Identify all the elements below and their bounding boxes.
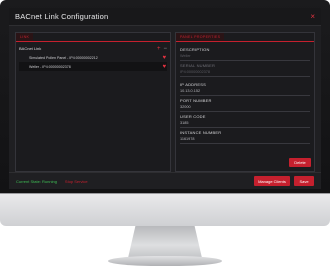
monitor-stand — [128, 226, 202, 258]
tree-item-panel-selected[interactable]: Weller - IP4:00000002378 ♥ — [19, 62, 167, 71]
tab-panel-properties[interactable]: Panel Properties — [176, 33, 225, 41]
remove-icon[interactable]: − — [163, 46, 167, 52]
properties-form: Description Weller Serial Number IP4:000… — [176, 42, 314, 147]
footer-actions: Manage Clients Save — [254, 176, 314, 186]
window-title: BACnet Link Configuration — [15, 12, 109, 21]
close-icon[interactable]: × — [310, 12, 315, 21]
delete-button[interactable]: Delete — [289, 158, 311, 167]
app-body: Link BACnet Link + − Simulated Pollen Pa… — [9, 27, 321, 189]
properties-tab-row: Panel Properties — [176, 33, 314, 42]
stop-service-link[interactable]: Stop Service — [65, 179, 88, 184]
tab-link[interactable]: Link — [16, 33, 34, 41]
instance-number-field[interactable]: 1161978 — [180, 136, 310, 144]
port-number-field[interactable]: 32000 — [180, 104, 310, 112]
tree-root[interactable]: BACnet Link + − — [19, 44, 167, 53]
heart-icon: ♥ — [162, 63, 166, 70]
tree-item-label: Weller - IP4:00000002378 — [29, 64, 71, 69]
tree-item-panel[interactable]: Simulated Pollen Panel - IP4:00000002212… — [19, 53, 167, 62]
user-code-field[interactable]: 3185 — [180, 120, 310, 128]
tree-root-label: BACnet Link — [19, 46, 42, 51]
tree-item-label: Simulated Pollen Panel - IP4:00000002212 — [29, 55, 98, 60]
description-field[interactable]: Weller — [180, 53, 310, 61]
app-window: BACnet Link Configuration × Link BACnet … — [9, 8, 321, 189]
ip-address-field[interactable]: 10.13.0.152 — [180, 88, 310, 96]
save-button[interactable]: Save — [294, 176, 314, 186]
manage-clients-button[interactable]: Manage Clients — [254, 176, 290, 186]
status-text: Current State: Running — [16, 178, 57, 184]
monitor-stand-base — [108, 256, 222, 266]
link-tab-row: Link — [16, 33, 170, 42]
title-bar: BACnet Link Configuration × — [9, 8, 321, 26]
serial-number-field: IP4:00000002378 — [180, 69, 310, 77]
link-tree: BACnet Link + − Simulated Pollen Panel -… — [16, 42, 170, 73]
heart-icon: ♥ — [162, 54, 166, 61]
link-panel: Link BACnet Link + − Simulated Pollen Pa… — [15, 32, 171, 172]
add-icon[interactable]: + — [157, 46, 161, 52]
monitor: BACnet Link Configuration × Link BACnet … — [0, 0, 330, 276]
properties-panel: Panel Properties Description Weller Seri… — [175, 32, 315, 172]
footer-bar: Current State: Running Stop Service Mana… — [9, 172, 321, 189]
tree-actions: + − — [157, 46, 167, 52]
monitor-chin — [0, 193, 330, 226]
